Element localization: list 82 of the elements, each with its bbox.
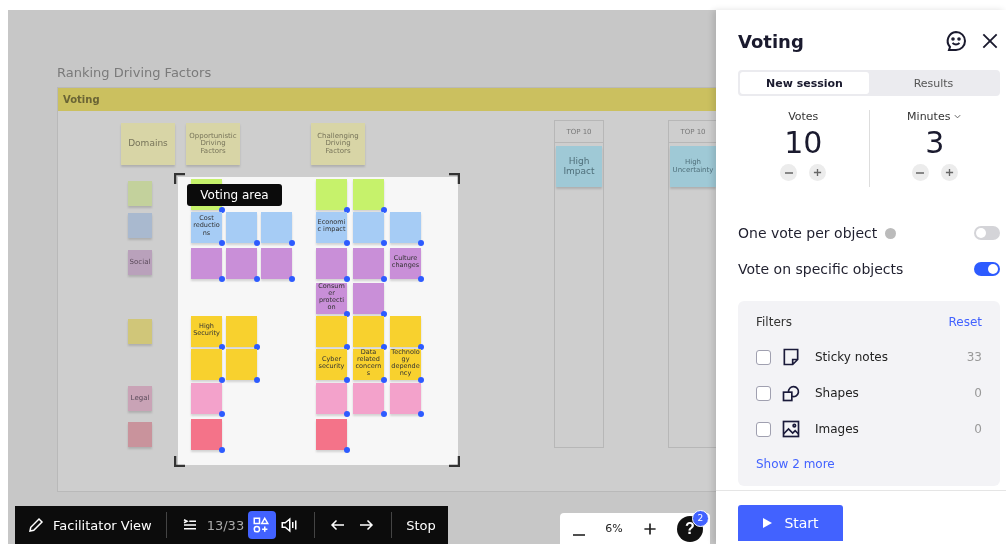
zoom-level: 6% xyxy=(605,522,623,535)
selection-dot xyxy=(219,240,225,246)
toggle-switch[interactable] xyxy=(974,226,1000,240)
selection-dot xyxy=(219,411,225,417)
selection-dot xyxy=(418,240,424,246)
minus-icon xyxy=(573,533,586,536)
corner-bracket-icon xyxy=(448,455,460,467)
shapes-icon xyxy=(781,383,801,403)
counter-label: Votes xyxy=(788,110,819,123)
facilitator-view-button[interactable]: Facilitator View xyxy=(23,511,156,539)
play-icon xyxy=(762,518,773,528)
feedback-button[interactable] xyxy=(944,29,968,53)
sticky-note-icon xyxy=(781,347,801,367)
frame-title: Voting xyxy=(58,88,716,111)
panel-title: Voting xyxy=(738,30,805,52)
outline-button[interactable]: 13/33 xyxy=(176,511,249,539)
show-more-link[interactable]: Show 2 more xyxy=(756,457,835,471)
selection-dot xyxy=(344,276,350,282)
selection-dot xyxy=(344,411,350,417)
help-icon xyxy=(885,227,897,239)
minus-icon xyxy=(784,171,793,174)
selection-dot xyxy=(381,276,387,282)
speaker-icon xyxy=(280,516,299,534)
image-icon xyxy=(781,419,801,439)
close-button[interactable] xyxy=(980,31,1000,51)
voting-area-label: Voting area xyxy=(187,184,282,206)
selection-dot xyxy=(418,411,424,417)
toolbar-button[interactable] xyxy=(248,511,277,539)
decrement-button[interactable] xyxy=(780,164,798,181)
selection-dot xyxy=(254,240,260,246)
selection-dot xyxy=(219,276,225,282)
note-text: High Impact xyxy=(562,156,596,177)
corner-bracket-icon xyxy=(448,173,460,185)
corner-bracket-icon xyxy=(174,455,186,467)
counter-value: 10 xyxy=(784,125,823,160)
selection-dot xyxy=(418,377,424,383)
minus-icon xyxy=(916,171,925,174)
tab[interactable]: New session xyxy=(740,72,869,94)
filter-count: 0 xyxy=(974,422,982,436)
plus-icon xyxy=(813,168,823,177)
reset-link[interactable]: Reset xyxy=(948,315,982,329)
shapes-icon xyxy=(252,516,271,534)
decrement-button[interactable] xyxy=(911,164,929,181)
selection-dot xyxy=(381,240,387,246)
plus-icon xyxy=(642,521,657,536)
board-title: Ranking Driving Factors xyxy=(57,65,212,80)
filter-count: 33 xyxy=(966,350,982,364)
checkbox[interactable] xyxy=(756,349,771,365)
increment-button[interactable] xyxy=(809,164,827,181)
selection-dot xyxy=(289,240,295,246)
counter-value: 3 xyxy=(925,125,945,160)
selection-dot xyxy=(344,377,350,383)
checkbox[interactable] xyxy=(756,421,771,437)
corner-bracket-icon xyxy=(174,173,186,185)
checkbox[interactable] xyxy=(756,385,771,401)
stop-button[interactable]: Stop xyxy=(402,511,440,539)
tab[interactable]: Results xyxy=(869,72,998,94)
increment-button[interactable] xyxy=(940,164,958,181)
note-text: Domains xyxy=(128,139,168,149)
selection-dot xyxy=(344,240,350,246)
plus-icon xyxy=(944,168,954,177)
filter-count: 0 xyxy=(974,386,982,400)
filters-title: Filters xyxy=(756,315,792,329)
selection-dot xyxy=(381,377,387,383)
filter-label: Sticky notes xyxy=(815,350,889,364)
selection-dot xyxy=(418,276,424,282)
selection-dot xyxy=(289,276,295,282)
selection-dot xyxy=(254,377,260,383)
selection-dot xyxy=(254,276,260,282)
toggle-label: Vote on specific objects xyxy=(738,261,904,277)
toggle-label: One vote per object xyxy=(738,225,878,241)
start-button[interactable]: Start xyxy=(738,505,843,541)
selection-dot xyxy=(219,377,225,383)
selection-dot xyxy=(381,411,387,417)
dropdown-button[interactable]: Minutes xyxy=(907,110,963,123)
filter-label: Shapes xyxy=(815,386,860,400)
selection-dot xyxy=(344,447,350,453)
filter-label: Images xyxy=(815,422,860,436)
chevron-down-icon xyxy=(953,112,963,121)
pencil-icon xyxy=(27,516,45,534)
toggle-switch[interactable] xyxy=(974,262,1000,276)
selection-dot xyxy=(219,447,225,453)
